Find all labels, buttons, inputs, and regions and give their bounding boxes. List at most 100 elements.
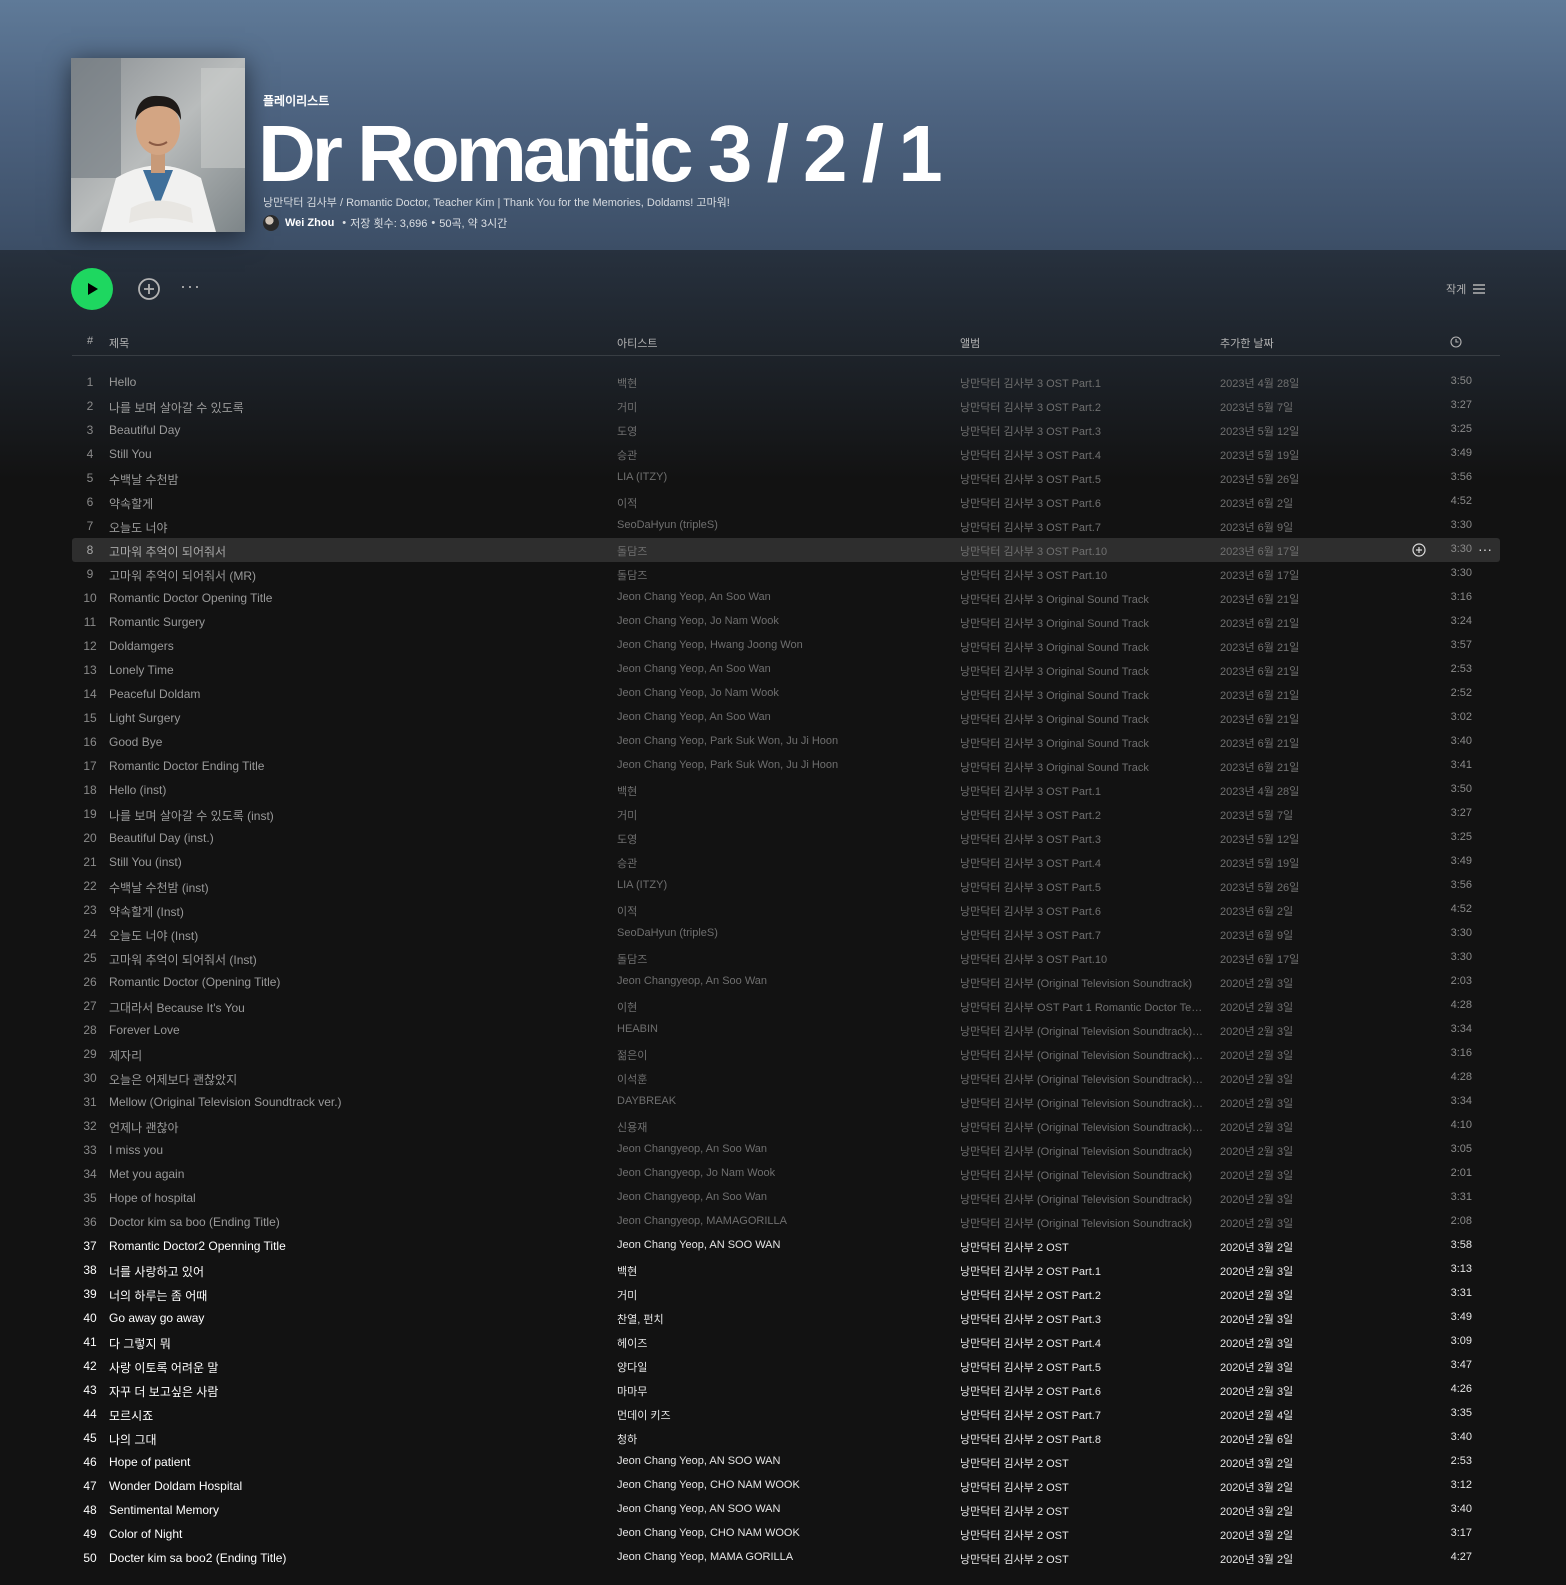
clock-icon[interactable] [1450, 335, 1462, 351]
track-title[interactable]: 수백날 수천밤 (inst) [109, 879, 209, 896]
track-row[interactable]: 40 Go away go away 찬열, 펀치 낭만닥터 김사부 2 OST Pa… [72, 1306, 1500, 1330]
owner-link[interactable]: Wei Zhou [285, 217, 334, 229]
track-artist[interactable]: Jeon Chang Yeop, CHO NAM WOOK [617, 1479, 937, 1491]
more-options-button[interactable]: ··· [180, 276, 201, 297]
track-artist[interactable]: Jeon Chang Yeop, MAMA GORILLA [617, 1551, 937, 1563]
track-title[interactable]: 나를 보며 살아갈 수 있도록 [109, 399, 244, 416]
column-date-added[interactable]: 추가한 날짜 [1220, 335, 1274, 351]
track-row[interactable]: 43 자꾸 더 보고싶은 사람 마마무 낭만닥터 김사부 2 OST Part.6 20… [72, 1378, 1500, 1402]
track-artist[interactable]: Jeon Chang Yeop, Jo Nam Wook [617, 687, 937, 699]
track-title[interactable]: 자꾸 더 보고싶은 사람 [109, 1383, 218, 1400]
track-row[interactable]: 5 수백날 수천밤 LIA (ITZY) 낭만닥터 김사부 3 OST Part.5 2… [72, 466, 1500, 490]
view-toggle-button[interactable]: 작게 [1446, 281, 1486, 297]
track-title[interactable]: Lonely Time [109, 663, 174, 677]
track-row[interactable]: 25 고마워 추억이 되어줘서 (Inst) 돌담즈 낭만닥터 김사부 3 OST P… [72, 946, 1500, 970]
track-album[interactable]: 낭만닥터 김사부 2 OST Part.8 [960, 1431, 1205, 1447]
track-artist[interactable]: 승관 [617, 855, 937, 871]
track-artist[interactable]: 이현 [617, 999, 937, 1015]
track-album[interactable]: 낭만닥터 김사부 3 OST Part.7 [960, 927, 1205, 943]
track-album[interactable]: 낭만닥터 김사부 3 Original Sound Track [960, 711, 1205, 727]
track-album[interactable]: 낭만닥터 김사부 3 OST Part.2 [960, 399, 1205, 415]
track-artist[interactable]: Jeon Chang Yeop, AN SOO WAN [617, 1239, 937, 1251]
track-title[interactable]: Doctor kim sa boo (Ending Title) [109, 1215, 280, 1229]
track-row[interactable]: 39 너의 하루는 좀 어때 거미 낭만닥터 김사부 2 OST Part.2 2020… [72, 1282, 1500, 1306]
track-row[interactable]: 23 약속할게 (Inst) 이적 낭만닥터 김사부 3 OST Part.6 2023… [72, 898, 1500, 922]
track-row[interactable]: 36 Doctor kim sa boo (Ending Title) Jeon C… [72, 1210, 1500, 1234]
track-album[interactable]: 낭만닥터 김사부 3 OST Part.7 [960, 519, 1205, 535]
track-row[interactable]: 17 Romantic Doctor Ending Title Jeon Chang… [72, 754, 1500, 778]
track-row[interactable]: 46 Hope of patient Jeon Chang Yeop, AN SOO… [72, 1450, 1500, 1474]
track-album[interactable]: 낭만닥터 김사부 3 Original Sound Track [960, 687, 1205, 703]
track-artist[interactable]: Jeon Chang Yeop, Hwang Joong Won [617, 639, 937, 651]
track-album[interactable]: 낭만닥터 김사부 (Original Television Soundtrack… [960, 1191, 1205, 1207]
track-title[interactable]: Forever Love [109, 1023, 180, 1037]
track-title[interactable]: Mellow (Original Television Soundtrack v… [109, 1095, 342, 1109]
track-title[interactable]: 사랑 이토록 어려운 말 [109, 1359, 218, 1376]
track-artist[interactable]: Jeon Chang Yeop, Jo Nam Wook [617, 615, 937, 627]
track-row[interactable]: 8 고마워 추억이 되어줘서 돌담즈 낭만닥터 김사부 3 OST Part.10 20… [72, 538, 1500, 562]
track-album[interactable]: 낭만닥터 김사부 3 OST Part.3 [960, 423, 1205, 439]
track-album[interactable]: 낭만닥터 김사부 (Original Television Soundtrack… [960, 1023, 1205, 1039]
track-row[interactable]: 38 너를 사랑하고 있어 백현 낭만닥터 김사부 2 OST Part.1 2020년… [72, 1258, 1500, 1282]
column-artist[interactable]: 아티스트 [617, 335, 657, 351]
track-row[interactable]: 4 Still You 승관 낭만닥터 김사부 3 OST Part.4 2023년 5… [72, 442, 1500, 466]
track-row[interactable]: 28 Forever Love HEABIN 낭만닥터 김사부 (Original T… [72, 1018, 1500, 1042]
track-row[interactable]: 41 다 그렇지 뭐 헤이즈 낭만닥터 김사부 2 OST Part.4 2020년 2… [72, 1330, 1500, 1354]
track-row[interactable]: 3 Beautiful Day 도영 낭만닥터 김사부 3 OST Part.3 202… [72, 418, 1500, 442]
track-album[interactable]: 낭만닥터 김사부 2 OST [960, 1479, 1205, 1495]
track-album[interactable]: 낭만닥터 김사부 (Original Television Soundtrack… [960, 1119, 1205, 1135]
track-title[interactable]: Hope of patient [109, 1455, 190, 1469]
track-album[interactable]: 낭만닥터 김사부 2 OST Part.7 [960, 1407, 1205, 1423]
track-album[interactable]: 낭만닥터 김사부 3 OST Part.4 [960, 447, 1205, 463]
track-artist[interactable]: 돌담즈 [617, 567, 937, 583]
track-row[interactable]: 19 나를 보며 살아갈 수 있도록 (inst) 거미 낭만닥터 김사부 3 OST… [72, 802, 1500, 826]
track-album[interactable]: 낭만닥터 김사부 3 OST Part.1 [960, 783, 1205, 799]
track-title[interactable]: 너를 사랑하고 있어 [109, 1263, 204, 1280]
track-title[interactable]: 오늘도 너야 (Inst) [109, 927, 198, 944]
column-album[interactable]: 앨범 [960, 335, 980, 351]
track-album[interactable]: 낭만닥터 김사부 2 OST [960, 1527, 1205, 1543]
track-title[interactable]: 나를 보며 살아갈 수 있도록 (inst) [109, 807, 274, 824]
track-more-options-button[interactable]: ··· [1478, 541, 1492, 557]
track-album[interactable]: 낭만닥터 김사부 3 OST Part.3 [960, 831, 1205, 847]
track-artist[interactable]: SeoDaHyun (tripleS) [617, 519, 937, 531]
track-row[interactable]: 14 Peaceful Doldam Jeon Chang Yeop, Jo Nam… [72, 682, 1500, 706]
track-artist[interactable]: 거미 [617, 807, 937, 823]
track-artist[interactable]: 도영 [617, 831, 937, 847]
track-album[interactable]: 낭만닥터 김사부 3 Original Sound Track [960, 759, 1205, 775]
track-row[interactable]: 20 Beautiful Day (inst.) 도영 낭만닥터 김사부 3 OST … [72, 826, 1500, 850]
track-artist[interactable]: Jeon Chang Yeop, An Soo Wan [617, 591, 937, 603]
track-artist[interactable]: Jeon Chang Yeop, An Soo Wan [617, 663, 937, 675]
track-row[interactable]: 42 사랑 이토록 어려운 말 양다일 낭만닥터 김사부 2 OST Part.5 20… [72, 1354, 1500, 1378]
track-artist[interactable]: 승관 [617, 447, 937, 463]
track-row[interactable]: 31 Mellow (Original Television Soundtrack… [72, 1090, 1500, 1114]
track-row[interactable]: 48 Sentimental Memory Jeon Chang Yeop, AN … [72, 1498, 1500, 1522]
track-album[interactable]: 낭만닥터 김사부 3 OST Part.10 [960, 567, 1205, 583]
track-title[interactable]: Still You [109, 447, 152, 461]
track-title[interactable]: Light Surgery [109, 711, 180, 725]
track-album[interactable]: 낭만닥터 김사부 2 OST [960, 1551, 1205, 1567]
track-album[interactable]: 낭만닥터 김사부 3 OST Part.1 [960, 375, 1205, 391]
track-album[interactable]: 낭만닥터 김사부 2 OST [960, 1455, 1205, 1471]
track-artist[interactable]: 청하 [617, 1431, 937, 1447]
track-title[interactable]: Hello [109, 375, 136, 389]
track-album[interactable]: 낭만닥터 김사부 3 OST Part.2 [960, 807, 1205, 823]
track-album[interactable]: 낭만닥터 김사부 (Original Television Soundtrack… [960, 975, 1205, 991]
track-album[interactable]: 낭만닥터 김사부 3 OST Part.6 [960, 495, 1205, 511]
track-row[interactable]: 13 Lonely Time Jeon Chang Yeop, An Soo Wan… [72, 658, 1500, 682]
track-album[interactable]: 낭만닥터 김사부 3 Original Sound Track [960, 615, 1205, 631]
track-artist[interactable]: Jeon Chang Yeop, AN SOO WAN [617, 1503, 937, 1515]
track-title[interactable]: Hello (inst) [109, 783, 166, 797]
track-row[interactable]: 32 언제나 괜찮아 신용재 낭만닥터 김사부 (Original Televisio… [72, 1114, 1500, 1138]
track-artist[interactable]: 이적 [617, 495, 937, 511]
track-title[interactable]: 오늘은 어제보다 괜찮았지 [109, 1071, 237, 1088]
track-title[interactable]: Color of Night [109, 1527, 182, 1541]
track-album[interactable]: 낭만닥터 김사부 3 OST Part.10 [960, 543, 1205, 559]
track-row[interactable]: 29 제자리 젊은이 낭만닥터 김사부 (Original Television So… [72, 1042, 1500, 1066]
track-title[interactable]: Good Bye [109, 735, 162, 749]
track-row[interactable]: 12 Doldamgers Jeon Chang Yeop, Hwang Joong… [72, 634, 1500, 658]
track-row[interactable]: 47 Wonder Doldam Hospital Jeon Chang Yeop,… [72, 1474, 1500, 1498]
track-album[interactable]: 낭만닥터 김사부 3 OST Part.5 [960, 879, 1205, 895]
track-album[interactable]: 낭만닥터 김사부 3 OST Part.4 [960, 855, 1205, 871]
track-row[interactable]: 24 오늘도 너야 (Inst) SeoDaHyun (tripleS) 낭만닥터 김… [72, 922, 1500, 946]
